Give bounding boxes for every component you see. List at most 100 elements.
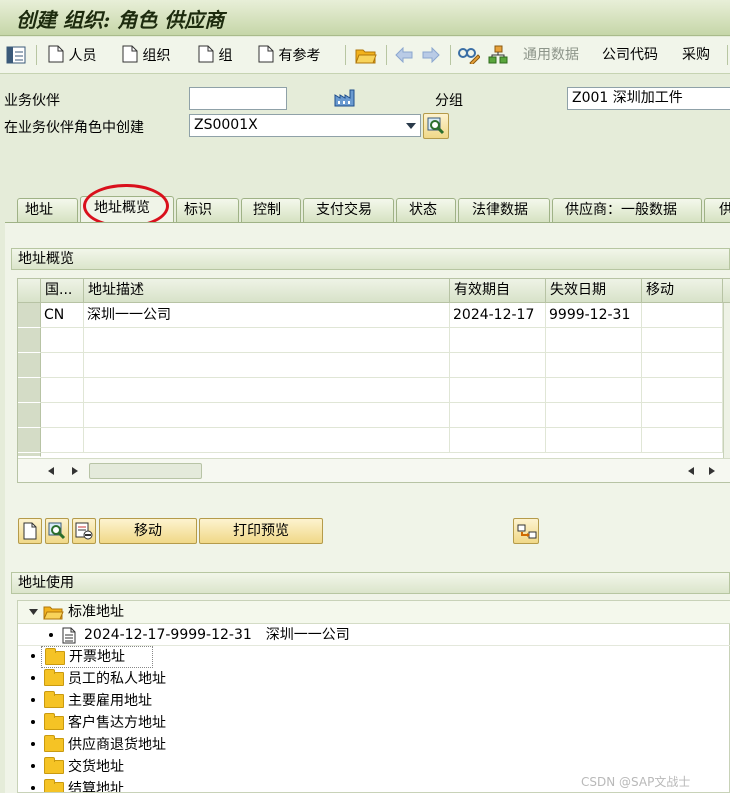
tree-row-standard-address[interactable]: 2024-12-17-9999-12-31 深圳一一公司 <box>18 624 730 646</box>
folder-icon <box>44 757 64 774</box>
delete-address-button[interactable] <box>72 518 96 544</box>
folder-icon <box>44 779 64 792</box>
tab-status[interactable]: 状态 <box>396 198 456 222</box>
tree-bullet <box>31 742 35 746</box>
tab-more[interactable]: 供 <box>704 198 730 222</box>
print-preview-button[interactable]: 打印预览 <box>199 518 323 544</box>
tab-supplier-general-data[interactable]: 供应商：一般数据 <box>552 198 702 222</box>
toolbar-separator <box>345 45 346 65</box>
empty-cell <box>84 378 450 403</box>
org-button[interactable]: 组织 <box>122 45 170 65</box>
scroll-end-left-icon[interactable] <box>688 467 694 475</box>
tree-item-label: 客户售达方地址 <box>68 715 166 731</box>
tree-item-label: 交货地址 <box>68 759 124 775</box>
row-selector[interactable] <box>18 378 41 403</box>
scroll-thumb[interactable] <box>89 463 202 479</box>
tree-item-settlement-address[interactable]: 结算地址 <box>41 778 241 792</box>
tab-identification[interactable]: 标识 <box>176 198 239 222</box>
select-all-header[interactable] <box>18 279 41 303</box>
tree-item-supplier-return-address[interactable]: 供应商退货地址 <box>41 734 241 756</box>
row-selector[interactable] <box>18 303 41 328</box>
empty-cell <box>450 378 546 403</box>
folder-icon <box>45 648 65 665</box>
column-header-country[interactable]: 国... <box>41 279 84 303</box>
column-header-description[interactable]: 地址描述 <box>84 279 450 303</box>
role-details-button[interactable] <box>423 113 449 139</box>
general-data-button[interactable]: 通用数据 <box>523 45 579 65</box>
row-selector[interactable] <box>18 353 41 378</box>
folder-icon <box>44 713 64 730</box>
new-document-icon <box>23 522 37 540</box>
tree-item-billing-address[interactable]: 开票地址 <box>41 646 153 668</box>
expand-down-icon[interactable] <box>29 609 38 615</box>
group-button[interactable]: 组 <box>198 45 232 65</box>
scroll-right-icon[interactable] <box>72 467 78 475</box>
tab-address[interactable]: 地址 <box>17 198 78 222</box>
tree-row-root[interactable]: 标准地址 <box>18 601 730 624</box>
grouping-field[interactable]: Z001 深圳加工件 <box>567 87 730 110</box>
tab-legal-data[interactable]: 法律数据 <box>458 198 550 222</box>
folder-icon <box>44 691 64 708</box>
glasses-pencil-icon[interactable] <box>458 46 480 64</box>
column-header-valid-from[interactable]: 有效期自 <box>450 279 546 303</box>
factory-icon[interactable] <box>334 89 356 107</box>
role-select[interactable]: ZS0001X <box>189 114 421 137</box>
tree-item-sold-to-address[interactable]: 客户售达方地址 <box>41 712 241 734</box>
person-button[interactable]: 人员 <box>48 45 96 65</box>
group-button-label: 组 <box>218 48 233 64</box>
tab-payment-transactions[interactable]: 支付交易 <box>303 198 394 222</box>
business-partner-input[interactable] <box>189 87 287 110</box>
with-reference-button[interactable]: 有参考 <box>258 45 320 65</box>
watermark: CSDN @SAP文战士 <box>581 775 691 789</box>
layout-icon[interactable] <box>6 46 26 64</box>
document-icon <box>48 45 64 63</box>
tree-item-delivery-address[interactable]: 交货地址 <box>41 756 241 778</box>
hierarchy-icon[interactable] <box>487 45 509 65</box>
empty-cell <box>450 403 546 428</box>
tab-control[interactable]: 控制 <box>241 198 301 222</box>
arrow-right-icon[interactable] <box>421 47 441 63</box>
column-header-valid-to[interactable]: 失效日期 <box>546 279 642 303</box>
cell-country: CN <box>41 303 84 328</box>
transfer-button[interactable] <box>513 518 539 544</box>
arrow-left-icon[interactable] <box>394 47 414 63</box>
scroll-left-icon[interactable] <box>48 467 54 475</box>
row-selector[interactable] <box>18 403 41 428</box>
open-folder-icon[interactable] <box>355 46 377 64</box>
role-select-value: ZS0001X <box>194 117 258 133</box>
tree-item-label: 结算地址 <box>68 781 124 792</box>
cell-valid-from: 2024-12-17 <box>450 303 546 328</box>
vertical-scrollbar[interactable] <box>723 303 730 458</box>
display-address-button[interactable] <box>45 518 69 544</box>
company-code-button[interactable]: 公司代码 <box>602 45 658 65</box>
create-address-button[interactable] <box>18 518 42 544</box>
move-button[interactable]: 移动 <box>99 518 197 544</box>
cell-description: 深圳一一公司 <box>84 303 450 328</box>
cell-valid-to: 9999-12-31 <box>546 303 642 328</box>
empty-cell <box>546 328 642 353</box>
tree-item-main-employment-address[interactable]: 主要雇用地址 <box>41 690 241 712</box>
create-in-role-label: 在业务伙伴角色中创建 <box>4 120 144 136</box>
column-header-move[interactable]: 移动 <box>642 279 723 303</box>
empty-cell <box>546 378 642 403</box>
transfer-icon <box>517 524 537 539</box>
tree-bullet <box>49 633 53 637</box>
empty-cell <box>642 328 723 353</box>
empty-cell <box>84 428 450 453</box>
toolbar-separator <box>386 45 387 65</box>
tree-item-label: 开票地址 <box>69 649 125 665</box>
horizontal-scrollbar[interactable] <box>18 458 730 482</box>
folder-icon <box>44 669 64 686</box>
column-settings-icon[interactable] <box>723 279 730 303</box>
row-selector[interactable] <box>18 453 41 457</box>
folder-icon <box>44 735 64 752</box>
purchasing-button[interactable]: 采购 <box>682 45 710 65</box>
empty-cell <box>450 428 546 453</box>
magnifier-icon <box>48 522 66 540</box>
empty-cell <box>642 353 723 378</box>
row-selector[interactable] <box>18 428 41 453</box>
delete-row-icon <box>75 522 93 540</box>
row-selector[interactable] <box>18 328 41 353</box>
scroll-end-right-icon[interactable] <box>709 467 715 475</box>
tree-item-employee-private-address[interactable]: 员工的私人地址 <box>41 668 241 690</box>
